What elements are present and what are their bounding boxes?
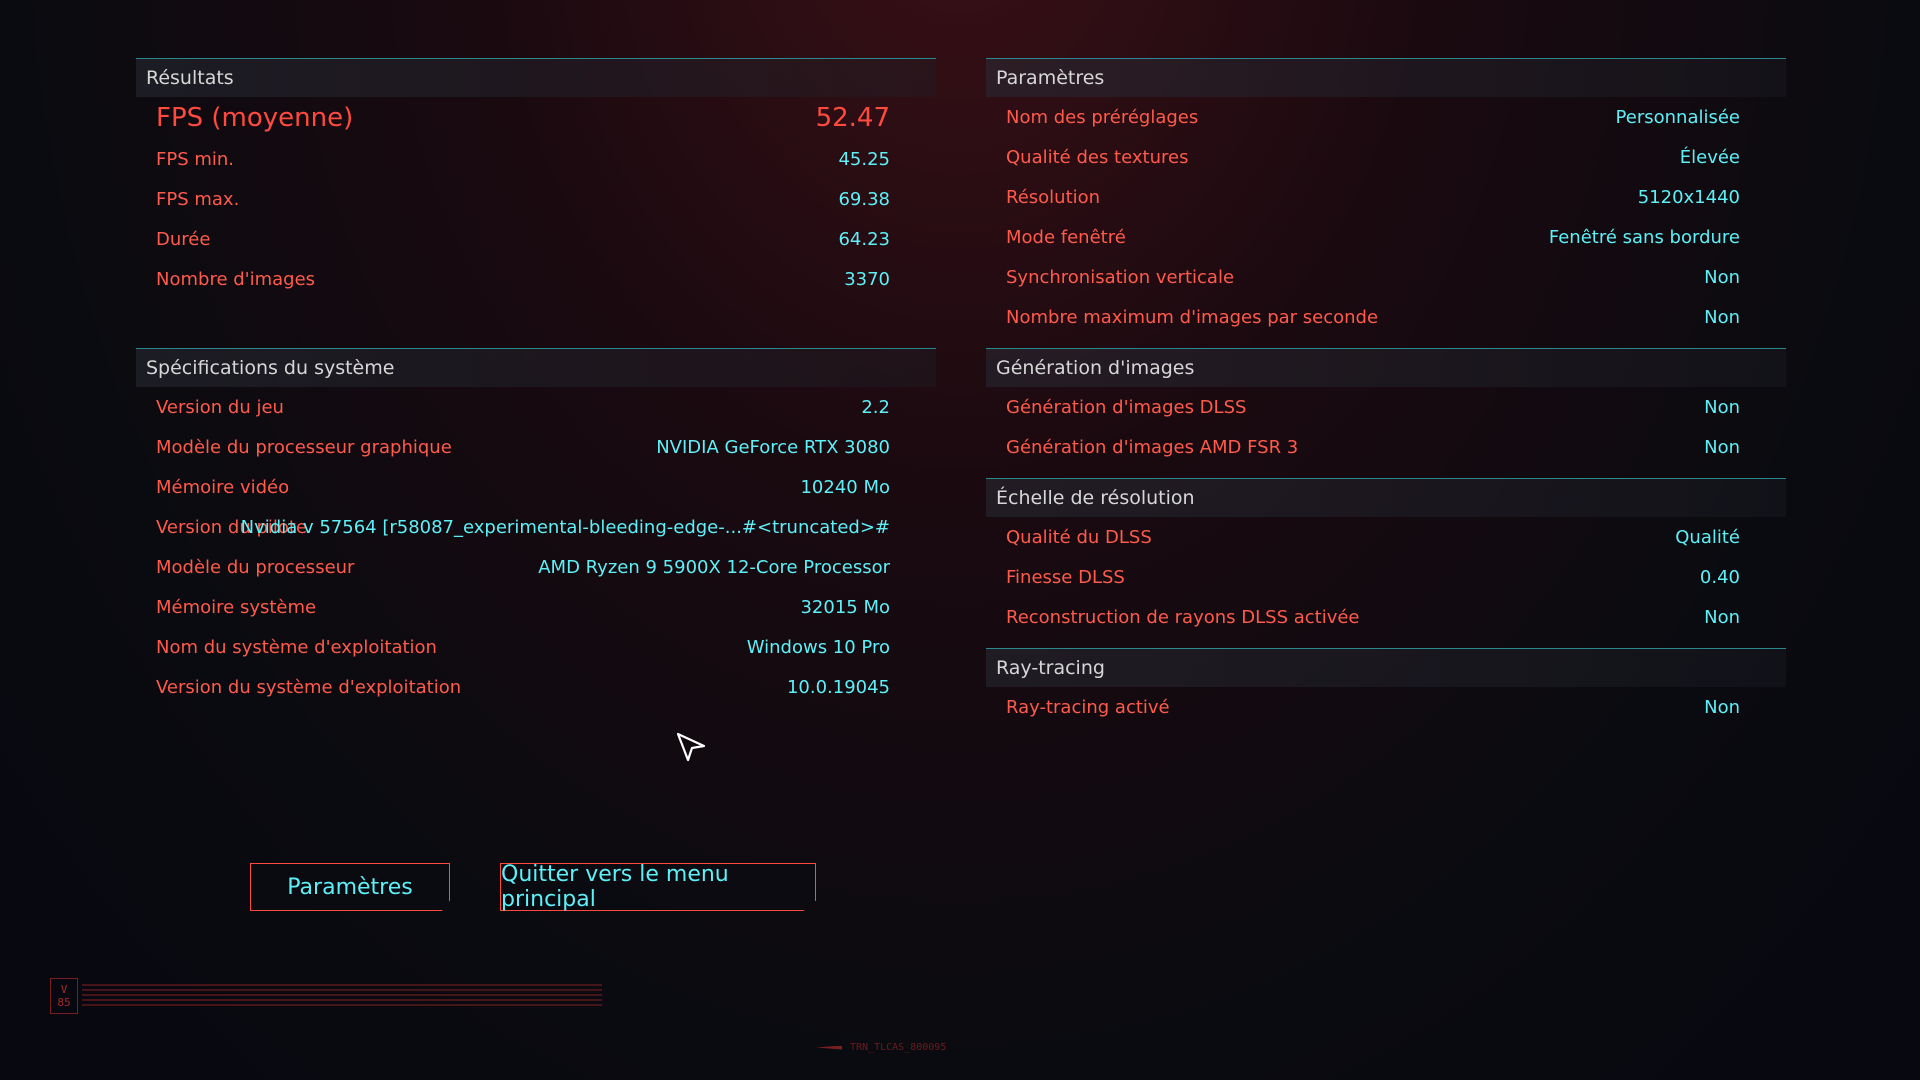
row-label: Génération d'images AMD FSR 3 [1006, 436, 1299, 458]
vsync-row: Synchronisation verticale Non [986, 257, 1786, 297]
footer-bar-decor [816, 1045, 842, 1050]
row-label: Nom des préréglages [1006, 106, 1199, 128]
driver-version-row: Version du pilote Nvidia v 57564 [r58087… [136, 507, 936, 547]
duration-row: Durée 64.23 [136, 219, 936, 259]
fine-print-decor [82, 984, 602, 1008]
right-panel: Paramètres Nom des préréglages Personnal… [986, 58, 1786, 738]
row-label: Mode fenêtré [1006, 226, 1126, 248]
vram-row: Mémoire vidéo 10240 Mo [136, 467, 936, 507]
frame-gen-header: Génération d'images [986, 348, 1786, 387]
row-label: FPS min. [156, 148, 235, 170]
row-label: Mémoire système [156, 596, 317, 618]
row-label: Version du jeu [156, 396, 284, 418]
fps-average-row: FPS (moyenne) 52.47 [136, 97, 936, 139]
row-value: 0.40 [1699, 566, 1740, 588]
dlss-frame-gen-row: Génération d'images DLSS Non [986, 387, 1786, 427]
row-value: Nvidia v 57564 [r58087_experimental-blee… [240, 516, 890, 538]
fsr-frame-gen-row: Génération d'images AMD FSR 3 Non [986, 427, 1786, 467]
row-value: Qualité [1675, 526, 1740, 548]
row-value: Non [1704, 396, 1740, 418]
row-label: Qualité des textures [1006, 146, 1189, 168]
row-value: 3370 [844, 268, 890, 290]
settings-button[interactable]: Paramètres [250, 863, 450, 911]
quit-to-main-menu-button[interactable]: Quitter vers le menu principal [500, 863, 816, 911]
row-value: Windows 10 Pro [746, 636, 890, 658]
max-fps-row: Nombre maximum d'images par seconde Non [986, 297, 1786, 337]
mouse-cursor-icon [676, 732, 706, 762]
row-label: Résolution [1006, 186, 1101, 208]
row-value: Fenêtré sans bordure [1548, 226, 1740, 248]
row-value: 10.0.19045 [786, 676, 890, 698]
row-value: 45.25 [838, 148, 890, 170]
resolution-row: Résolution 5120x1440 [986, 177, 1786, 217]
os-name-row: Nom du système d'exploitation Windows 10… [136, 627, 936, 667]
system-memory-row: Mémoire système 32015 Mo [136, 587, 936, 627]
row-value: Non [1704, 696, 1740, 718]
system-header: Spécifications du système [136, 348, 936, 387]
gpu-model-row: Modèle du processeur graphique NVIDIA Ge… [136, 427, 936, 467]
fps-max-row: FPS max. 69.38 [136, 179, 936, 219]
row-value: Non [1704, 266, 1740, 288]
side-decor-text [28, 430, 42, 670]
row-value: 32015 Mo [800, 596, 890, 618]
system-section: Spécifications du système Version du jeu… [136, 348, 936, 707]
row-label: Nom du système d'exploitation [156, 636, 437, 658]
row-label: Synchronisation verticale [1006, 266, 1235, 288]
row-value: 64.23 [838, 228, 890, 250]
row-label: Nombre maximum d'images par seconde [1006, 306, 1379, 328]
row-value: Personnalisée [1615, 106, 1740, 128]
row-label: Modèle du processeur [156, 556, 355, 578]
row-value: 69.38 [838, 188, 890, 210]
row-label: Reconstruction de rayons DLSS activée [1006, 606, 1360, 628]
scaling-section: Échelle de résolution Qualité du DLSS Qu… [986, 478, 1786, 637]
row-label: Qualité du DLSS [1006, 526, 1152, 548]
row-value: Élevée [1679, 146, 1740, 168]
raytracing-enabled-row: Ray-tracing activé Non [986, 687, 1786, 727]
version-badge: V 85 [50, 978, 78, 1014]
frame-gen-section: Génération d'images Génération d'images … [986, 348, 1786, 467]
raytracing-section: Ray-tracing Ray-tracing activé Non [986, 648, 1786, 727]
row-label: Génération d'images DLSS [1006, 396, 1247, 418]
left-panel: Résultats FPS (moyenne) 52.47 FPS min. 4… [136, 58, 936, 718]
row-label: Mémoire vidéo [156, 476, 290, 498]
settings-header: Paramètres [986, 58, 1786, 97]
row-value: 10240 Mo [800, 476, 890, 498]
row-label: FPS (moyenne) [156, 103, 354, 133]
cpu-model-row: Modèle du processeur AMD Ryzen 9 5900X 1… [136, 547, 936, 587]
row-value: AMD Ryzen 9 5900X 12-Core Processor [538, 556, 890, 578]
results-section: Résultats FPS (moyenne) 52.47 FPS min. 4… [136, 58, 936, 299]
raytracing-header: Ray-tracing [986, 648, 1786, 687]
results-header: Résultats [136, 58, 936, 97]
row-label: Finesse DLSS [1006, 566, 1125, 588]
badge-top: V [60, 983, 68, 996]
row-label: Nombre d'images [156, 268, 316, 290]
row-label: Durée [156, 228, 211, 250]
badge-bottom: 85 [57, 996, 71, 1009]
texture-quality-row: Qualité des textures Élevée [986, 137, 1786, 177]
settings-section: Paramètres Nom des préréglages Personnal… [986, 58, 1786, 337]
row-value: Non [1704, 606, 1740, 628]
dlss-ray-reconstruction-row: Reconstruction de rayons DLSS activée No… [986, 597, 1786, 637]
scaling-header: Échelle de résolution [986, 478, 1786, 517]
fps-min-row: FPS min. 45.25 [136, 139, 936, 179]
footer-code: TRN_TLCAS_800095 [816, 1042, 946, 1053]
os-version-row: Version du système d'exploitation 10.0.1… [136, 667, 936, 707]
row-value: Non [1704, 436, 1740, 458]
row-label: Version du système d'exploitation [156, 676, 462, 698]
row-value: NVIDIA GeForce RTX 3080 [656, 436, 890, 458]
preset-row: Nom des préréglages Personnalisée [986, 97, 1786, 137]
dlss-quality-row: Qualité du DLSS Qualité [986, 517, 1786, 557]
frame-count-row: Nombre d'images 3370 [136, 259, 936, 299]
dlss-sharpness-row: Finesse DLSS 0.40 [986, 557, 1786, 597]
row-value: 5120x1440 [1637, 186, 1740, 208]
row-label: Ray-tracing activé [1006, 696, 1170, 718]
footer-code-text: TRN_TLCAS_800095 [850, 1042, 947, 1053]
row-label: Modèle du processeur graphique [156, 436, 452, 458]
row-label: FPS max. [156, 188, 240, 210]
row-value: Non [1704, 306, 1740, 328]
row-value: 52.47 [815, 103, 890, 133]
window-mode-row: Mode fenêtré Fenêtré sans bordure [986, 217, 1786, 257]
row-value: 2.2 [861, 396, 890, 418]
game-version-row: Version du jeu 2.2 [136, 387, 936, 427]
